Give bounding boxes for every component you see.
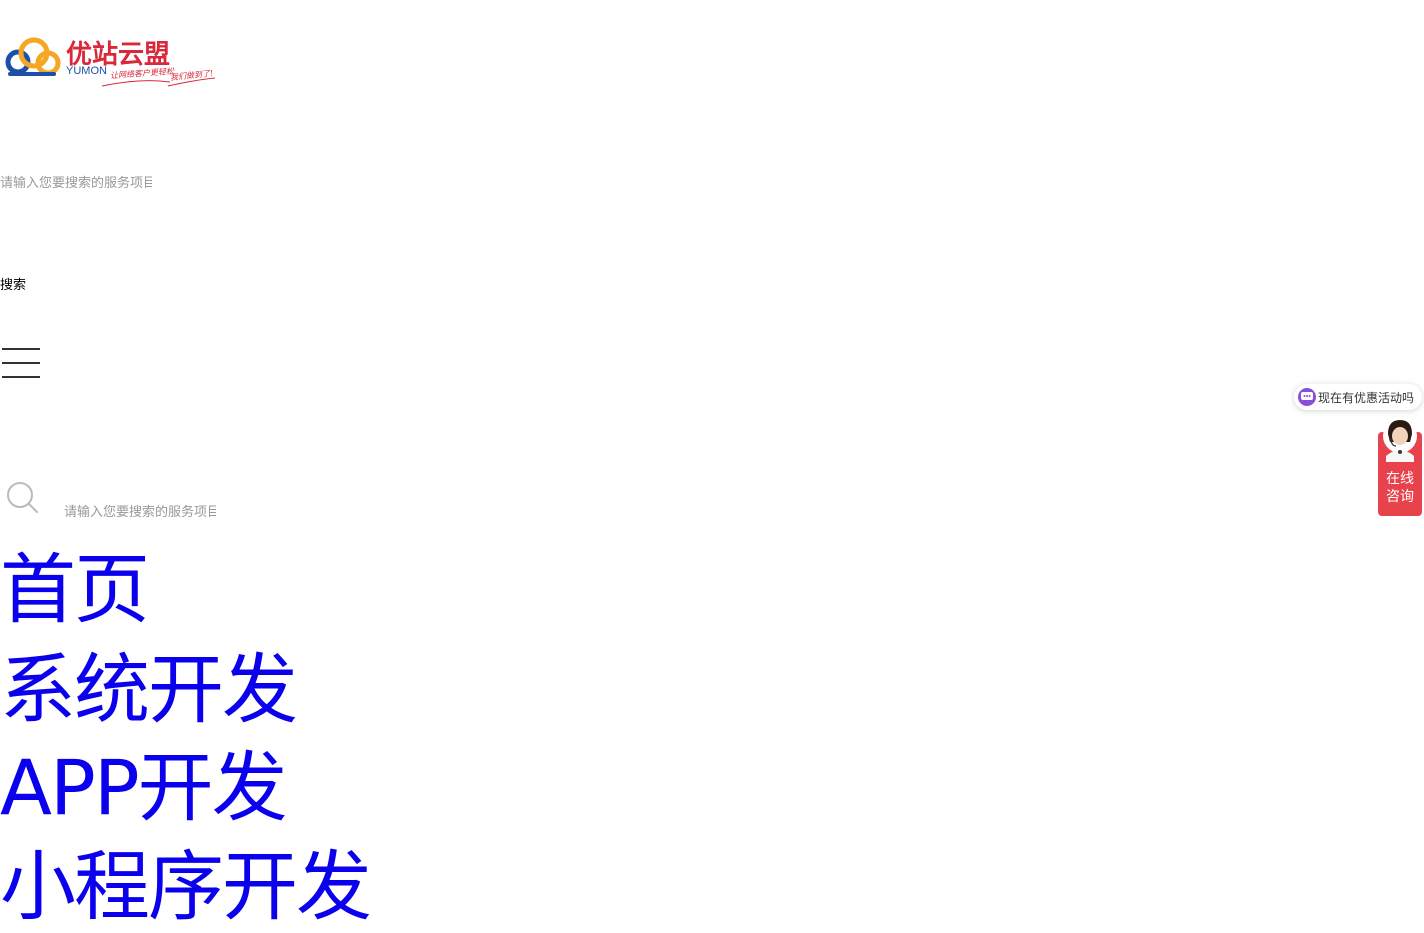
search-icon[interactable]	[5, 480, 39, 514]
chat-prompt-text: 现在有优惠活动吗	[1318, 390, 1415, 405]
site-logo[interactable]: 优站云盟 YUMON 让网络客户更轻松 我们做到了!	[4, 34, 224, 90]
consult-line-2: 咨询	[1386, 489, 1414, 505]
cloud-logo-icon	[5, 37, 61, 76]
nav-link-app-dev[interactable]: APP开发	[0, 738, 288, 838]
customer-service-avatar-icon	[1383, 419, 1417, 462]
nav-link-miniprogram-dev[interactable]: 小程序开发	[0, 837, 372, 933]
mobile-search-input[interactable]	[64, 501, 216, 523]
header-search-input[interactable]	[0, 172, 152, 194]
nav-link-system-dev[interactable]: 系统开发	[0, 640, 298, 740]
chat-prompt-bubble[interactable]: 现在有优惠活动吗	[1294, 384, 1423, 410]
consult-line-1: 在线	[1386, 471, 1414, 487]
chat-icon	[1298, 388, 1316, 406]
menu-icon[interactable]	[2, 346, 40, 380]
nav-link-home[interactable]: 首页	[0, 540, 150, 640]
online-consult-label: 在线 咨询	[1378, 470, 1422, 506]
search-button[interactable]: 搜索	[0, 274, 26, 293]
